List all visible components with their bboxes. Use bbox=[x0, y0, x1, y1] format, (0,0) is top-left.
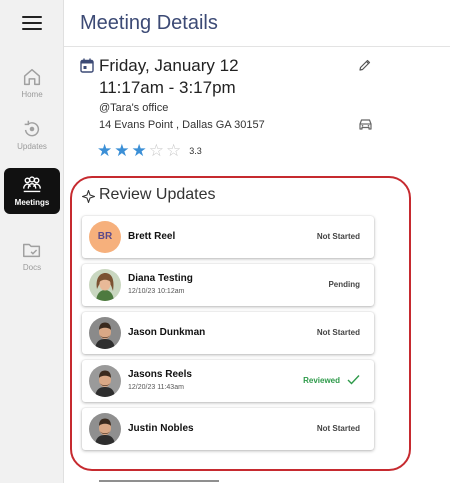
meetings-icon bbox=[23, 176, 41, 193]
star-empty-icon: ☆ bbox=[166, 141, 182, 160]
list-item[interactable]: BR Brett Reel Not Started bbox=[82, 216, 374, 258]
next-section-heading-peek bbox=[99, 478, 219, 483]
location-name: @Tara's office bbox=[99, 102, 169, 114]
sidebar-item-updates[interactable]: Updates bbox=[4, 112, 60, 158]
status-badge: Not Started bbox=[316, 232, 360, 241]
car-icon[interactable] bbox=[358, 118, 373, 131]
person-name: Jasons Reels bbox=[128, 369, 192, 380]
star-filled-icon: ★ bbox=[114, 141, 130, 160]
star-filled-icon: ★ bbox=[131, 141, 147, 160]
avatar bbox=[89, 317, 121, 349]
list-item[interactable]: Jason Dunkman Not Started bbox=[82, 312, 374, 354]
sparkle-icon bbox=[82, 190, 95, 203]
avatar bbox=[89, 365, 121, 397]
person-name: Diana Testing bbox=[128, 273, 193, 284]
star-empty-icon: ☆ bbox=[148, 141, 164, 160]
meeting-date: Friday, January 12 bbox=[99, 56, 239, 75]
status-badge: Pending bbox=[328, 280, 360, 289]
list-item[interactable]: Diana Testing 12/10/23 10:12am Pending bbox=[82, 264, 374, 306]
sidebar-item-label: Meetings bbox=[14, 198, 50, 207]
check-icon bbox=[347, 375, 360, 385]
updates-icon bbox=[24, 120, 40, 137]
avatar: BR bbox=[89, 221, 121, 253]
rating-value: 3.3 bbox=[189, 146, 202, 156]
avatar bbox=[89, 269, 121, 301]
home-icon bbox=[23, 68, 41, 86]
list-item[interactable]: Justin Nobles Not Started bbox=[82, 408, 374, 450]
review-date: 12/20/23 11:43am bbox=[128, 384, 184, 391]
meeting-time: 11:17am - 3:17pm bbox=[99, 78, 236, 97]
review-date: 12/10/23 10:12am bbox=[128, 288, 185, 295]
header-divider bbox=[64, 46, 450, 47]
avatar bbox=[89, 413, 121, 445]
sidebar-item-meetings[interactable]: Meetings bbox=[4, 168, 60, 214]
person-name: Justin Nobles bbox=[128, 423, 194, 434]
docs-icon bbox=[23, 243, 41, 258]
sidebar: Home Updates Meetings Docs bbox=[0, 0, 64, 483]
section-title: Review Updates bbox=[99, 186, 216, 203]
sidebar-item-label: Updates bbox=[17, 142, 47, 151]
list-item[interactable]: Jasons Reels 12/20/23 11:43am Reviewed bbox=[82, 360, 374, 402]
sidebar-item-label: Home bbox=[21, 90, 43, 99]
sidebar-item-label: Docs bbox=[22, 263, 42, 272]
star-filled-icon: ★ bbox=[97, 141, 113, 160]
sidebar-item-docs[interactable]: Docs bbox=[4, 233, 60, 279]
person-name: Jason Dunkman bbox=[128, 327, 206, 338]
status-badge: Not Started bbox=[316, 424, 360, 433]
person-name: Brett Reel bbox=[128, 231, 176, 242]
menu-icon[interactable] bbox=[22, 16, 42, 32]
rating-stars: ★ ★ ★ ☆ ☆ 3.3 bbox=[97, 142, 202, 160]
sidebar-item-home[interactable]: Home bbox=[4, 60, 60, 106]
page-title: Meeting Details bbox=[80, 12, 218, 34]
meeting-address: 14 Evans Point , Dallas GA 30157 bbox=[99, 119, 265, 131]
calendar-icon bbox=[80, 58, 94, 73]
edit-icon[interactable] bbox=[358, 58, 372, 72]
status-badge: Reviewed bbox=[303, 376, 340, 385]
status-badge: Not Started bbox=[316, 328, 360, 337]
